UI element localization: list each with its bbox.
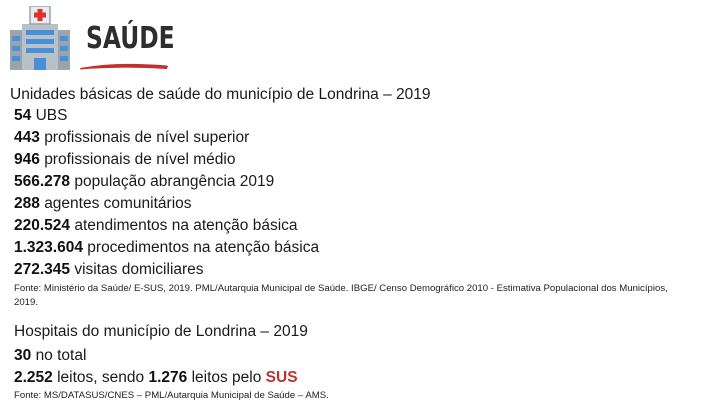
hospital-source-note: Fonte: MS/DATASUS/CNES – PML/Autarquia M… — [14, 390, 329, 401]
sus-beds-value: 1.276 — [148, 369, 188, 386]
stat-row: 54 UBS — [14, 107, 67, 125]
stat-value: 288 — [14, 195, 40, 212]
stat-row: 566.278 população abrangência 2019 — [14, 173, 274, 191]
hospital-section-title: Hospitais do município de Londrina – 201… — [14, 323, 308, 340]
section-brand-title: SAÚDE — [86, 21, 175, 56]
stat-label: profissionais de nível médio — [44, 151, 236, 168]
stat-label: agentes comunitários — [44, 195, 192, 212]
stat-label: procedimentos na atenção básica — [87, 239, 320, 256]
stat-row: 1.323.604 procedimentos na atenção básic… — [14, 239, 319, 257]
sus-label: SUS — [265, 369, 298, 386]
stat-label: visitas domiciliares — [74, 261, 204, 278]
stat-row: 946 profissionais de nível médio — [14, 151, 235, 169]
hospital-beds-row: 2.252 leitos, sendo 1.276 leitos pelo SU… — [14, 369, 298, 387]
stat-row: 288 agentes comunitários — [14, 195, 192, 213]
stat-label: atendimentos na atenção básica — [74, 217, 298, 234]
stat-value: 946 — [14, 151, 40, 168]
stat-row: 272.345 visitas domiciliares — [14, 261, 204, 279]
stat-value: 566.278 — [14, 173, 71, 190]
sus-beds-text: leitos pelo — [191, 369, 262, 386]
stat-label: UBS — [35, 107, 68, 124]
stat-row: 220.524 atendimentos na atenção básica — [14, 217, 298, 235]
ubs-section-title: Unidades básicas de saúde do município d… — [10, 86, 431, 103]
hospital-total-row: 30 no total — [14, 347, 86, 365]
beds-text: leitos, sendo — [57, 369, 145, 386]
stat-row: 443 profissionais de nível superior — [14, 129, 249, 147]
stat-value: 30 — [14, 347, 32, 364]
stat-value: 1.323.604 — [14, 239, 83, 256]
brush-underline — [80, 63, 168, 70]
header: SAÚDE — [8, 6, 175, 72]
stat-label: população abrangência 2019 — [74, 173, 275, 190]
stat-value: 272.345 — [14, 261, 71, 278]
stat-label: no total — [35, 347, 87, 364]
ubs-source-note: Fonte: Ministério da Saúde/ E-SUS, 2019.… — [14, 283, 668, 308]
stat-value: 54 — [14, 107, 32, 124]
stat-value: 220.524 — [14, 217, 71, 234]
stat-label: profissionais de nível superior — [44, 129, 250, 146]
beds-value: 2.252 — [14, 369, 53, 386]
stat-value: 443 — [14, 129, 40, 146]
hospital-icon — [10, 6, 70, 70]
